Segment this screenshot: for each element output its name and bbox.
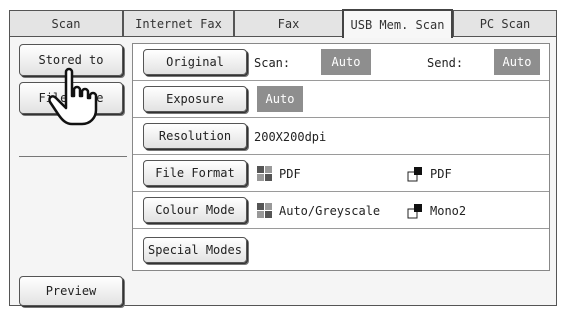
colour-mode-row: Colour Mode Auto/Greyscale Mono2 (133, 192, 549, 229)
mode-tab-bar: Scan Internet Fax Fax USB Mem. Scan PC S… (0, 0, 566, 38)
tab-scan[interactable]: Scan (9, 10, 123, 36)
resolution-row: Resolution 200X200dpi (133, 118, 549, 155)
scan-size-value: Auto (321, 49, 371, 75)
tab-fax[interactable]: Fax (234, 10, 343, 36)
preview-label: Preview (45, 284, 97, 298)
file-format-row: File Format PDF PDF (133, 155, 549, 192)
stored-to-label: Stored to (38, 53, 104, 67)
file-format-mono-value: PDF (430, 167, 452, 181)
file-format-button[interactable]: File Format (143, 160, 247, 186)
original-row: Original Scan: Auto Send: Auto (133, 44, 549, 81)
exposure-value: Auto (257, 86, 303, 112)
mono-square-icon (407, 167, 422, 182)
tab-internet-fax[interactable]: Internet Fax (123, 10, 234, 36)
resolution-button[interactable]: Resolution (143, 123, 247, 149)
mono-square-icon (407, 204, 422, 219)
original-button-label: Original (166, 55, 224, 69)
file-format-colour-value: PDF (279, 167, 301, 181)
resolution-button-label: Resolution (158, 129, 232, 143)
colour-mode-button[interactable]: Colour Mode (143, 197, 247, 223)
exposure-row: Exposure Auto (133, 81, 549, 118)
send-size-value: Auto (494, 49, 540, 75)
scan-label: Scan: (254, 56, 291, 70)
settings-list: Original Scan: Auto Send: Auto Exposure … (132, 43, 550, 271)
colour-mode-colour-value: Auto/Greyscale (279, 204, 381, 218)
preview-button[interactable]: Preview (19, 276, 123, 306)
special-modes-button-label: Special Modes (148, 243, 242, 257)
tab-internet-fax-label: Internet Fax (135, 16, 222, 31)
send-label: Send: (427, 56, 464, 70)
tab-scan-label: Scan (51, 16, 81, 31)
tab-fax-label: Fax (277, 16, 300, 31)
colour-mode-mono-value: Mono2 (430, 204, 467, 218)
special-modes-button[interactable]: Special Modes (143, 237, 247, 263)
resolution-value: 200X200dpi (254, 130, 327, 144)
tab-usb-mem-scan[interactable]: USB Mem. Scan (342, 9, 453, 38)
exposure-button[interactable]: Exposure (143, 86, 247, 112)
file-format-button-label: File Format (155, 166, 235, 180)
colour-grid-icon (257, 203, 273, 219)
tab-usb-mem-scan-label: USB Mem. Scan (350, 17, 445, 32)
tab-pc-scan[interactable]: PC Scan (453, 10, 557, 36)
pointing-hand-icon (48, 67, 98, 126)
tab-pc-scan-label: PC Scan (479, 16, 531, 31)
original-button[interactable]: Original (143, 49, 247, 75)
colour-mode-button-label: Colour Mode (155, 203, 235, 217)
sidebar-divider (19, 156, 127, 157)
colour-grid-icon (257, 166, 273, 182)
exposure-button-label: Exposure (166, 92, 224, 106)
special-modes-row: Special Modes (133, 229, 549, 271)
